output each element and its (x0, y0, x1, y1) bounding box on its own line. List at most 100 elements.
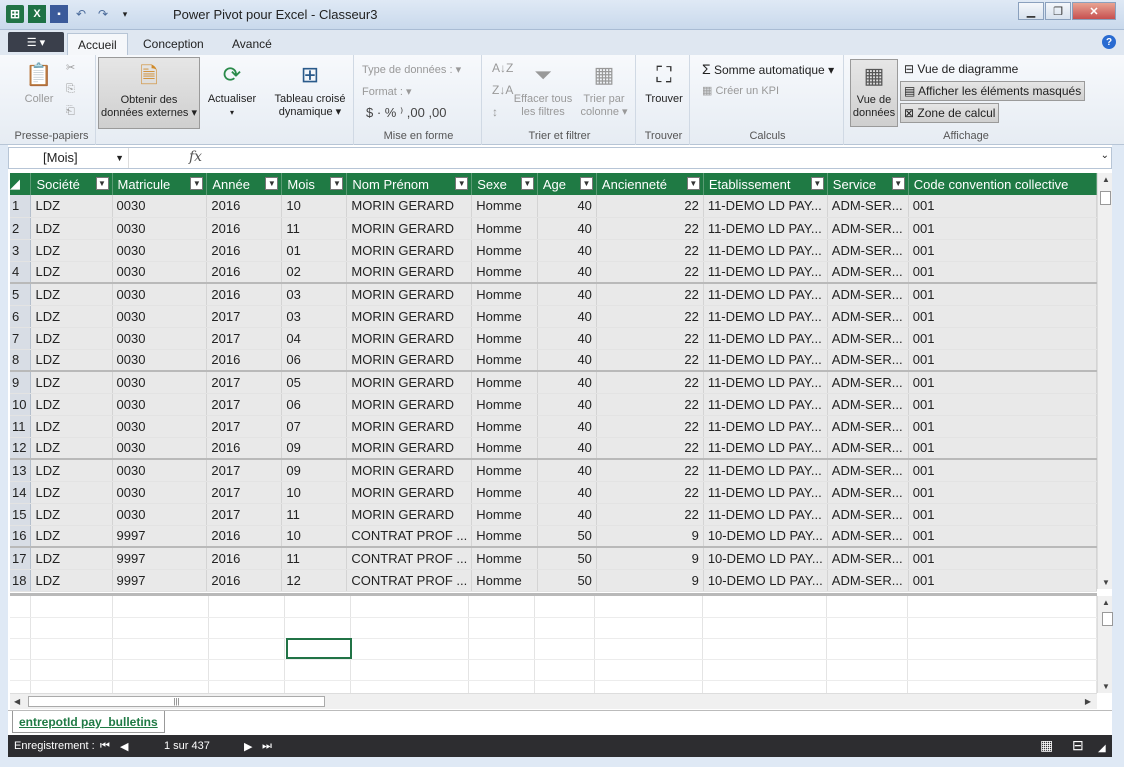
table-cell[interactable]: 10 (281, 481, 348, 504)
table-cell[interactable]: 2017 (206, 393, 283, 416)
table-row[interactable]: 7 LDZ 0030 2017 04 MORIN GERARD Homme 40 22 11-DE… (10, 327, 1097, 350)
table-cell[interactable]: LDZ (30, 327, 113, 350)
table-cell[interactable]: ADM-SER... (827, 569, 909, 592)
table-cell[interactable]: 10 (281, 195, 348, 218)
table-cell[interactable]: 11-DEMO LD PAY... (703, 239, 828, 262)
table-cell[interactable]: Homme (471, 503, 538, 526)
table-cell[interactable]: MORIN GERARD (346, 459, 473, 482)
table-row[interactable]: 12 LDZ 0030 2016 09 MORIN GERARD Homme 40 22 11-D… (10, 437, 1097, 460)
table-cell[interactable]: Homme (471, 393, 538, 416)
row-number[interactable]: 15 (10, 503, 32, 526)
table-cell[interactable]: ADM-SER... (827, 327, 909, 350)
somme-automatique-button[interactable]: Σ Somme automatique ▾ (702, 61, 834, 77)
tableau-croise-button[interactable]: ⊞ Tableau croisé dynamique ▾ (266, 59, 354, 119)
table-cell[interactable]: 0030 (112, 327, 208, 350)
table-cell[interactable]: 9 (596, 547, 704, 570)
coller-button[interactable]: 📋 Coller (14, 59, 64, 106)
table-cell[interactable]: CONTRAT PROF ... (346, 547, 473, 570)
filter-dropdown-icon[interactable]: ▼ (265, 177, 279, 190)
prev-record-icon[interactable]: ◀ (120, 740, 128, 753)
table-cell[interactable]: 001 (908, 305, 1097, 328)
table-cell[interactable]: MORIN GERARD (346, 239, 473, 262)
table-cell[interactable]: 22 (596, 195, 704, 218)
undo-icon[interactable]: ↶ (72, 5, 90, 23)
filter-dropdown-icon[interactable]: ▼ (810, 177, 824, 190)
table-cell[interactable]: 0030 (112, 239, 208, 262)
table-cell[interactable]: 2016 (206, 569, 283, 592)
table-cell[interactable]: MORIN GERARD (346, 393, 473, 416)
table-cell[interactable]: 2016 (206, 239, 283, 262)
filter-dropdown-icon[interactable]: ▼ (520, 177, 534, 190)
table-cell[interactable]: MORIN GERARD (346, 195, 473, 218)
table-cell[interactable]: 001 (908, 217, 1097, 240)
table-cell[interactable]: Homme (471, 327, 538, 350)
table-cell[interactable]: 0030 (112, 481, 208, 504)
scrollbar-thumb[interactable] (1102, 612, 1113, 626)
table-cell[interactable]: 11-DEMO LD PAY... (703, 327, 828, 350)
type-donnees-dropdown[interactable]: Type de données : ▾ (362, 63, 461, 76)
excel-icon[interactable]: X (28, 5, 46, 23)
table-cell[interactable]: LDZ (30, 481, 113, 504)
table-cell[interactable]: Homme (471, 547, 538, 570)
table-cell[interactable]: 001 (908, 437, 1097, 460)
table-cell[interactable]: 0030 (112, 393, 208, 416)
table-cell[interactable]: LDZ (30, 217, 113, 240)
table-row[interactable]: 11 LDZ 0030 2017 07 MORIN GERARD Homme 40 22 11-D… (10, 415, 1097, 438)
table-row[interactable]: 18 LDZ 9997 2016 12 CONTRAT PROF ... Homme 50 9 1… (10, 569, 1097, 592)
table-cell[interactable]: 11-DEMO LD PAY... (703, 459, 828, 482)
table-cell[interactable]: 22 (596, 217, 704, 240)
row-number[interactable]: 17 (10, 547, 32, 570)
table-cell[interactable]: 22 (596, 415, 704, 438)
cut-icon[interactable]: ✂ (66, 61, 75, 74)
table-cell[interactable]: 11 (281, 503, 348, 526)
scroll-up-icon[interactable]: ▲ (1102, 175, 1110, 184)
last-record-icon[interactable]: ⏭ (262, 740, 272, 753)
column-header[interactable]: Matricule ▼ (112, 173, 208, 195)
diagram-view-icon[interactable]: ⊟ (1072, 737, 1084, 754)
table-cell[interactable]: 06 (281, 393, 348, 416)
table-cell[interactable]: Homme (471, 569, 538, 592)
table-cell[interactable]: 03 (281, 283, 348, 306)
table-cell[interactable]: CONTRAT PROF ... (346, 569, 473, 592)
table-cell[interactable]: LDZ (30, 371, 113, 394)
table-cell[interactable]: MORIN GERARD (346, 305, 473, 328)
table-cell[interactable]: 40 (537, 349, 597, 372)
table-cell[interactable]: 001 (908, 503, 1097, 526)
table-cell[interactable]: MORIN GERARD (346, 437, 473, 460)
table-cell[interactable]: 2016 (206, 349, 283, 372)
table-cell[interactable]: 2017 (206, 415, 283, 438)
next-record-icon[interactable]: ▶ (244, 740, 252, 753)
table-row[interactable]: 16 LDZ 9997 2016 10 CONTRAT PROF ... Homme 50 9 1… (10, 525, 1097, 548)
table-cell[interactable]: CONTRAT PROF ... (346, 525, 473, 548)
column-header[interactable]: Etablissement ▼ (703, 173, 828, 195)
table-cell[interactable]: 9 (596, 525, 704, 548)
row-number[interactable]: 1 (10, 195, 32, 218)
table-cell[interactable]: 001 (908, 239, 1097, 262)
paste-special-icon[interactable]: ⎗ (66, 105, 75, 118)
table-cell[interactable]: MORIN GERARD (346, 217, 473, 240)
table-cell[interactable]: 09 (281, 437, 348, 460)
table-cell[interactable]: 9997 (112, 525, 208, 548)
row-number[interactable]: 5 (10, 283, 32, 306)
table-cell[interactable]: LDZ (30, 415, 113, 438)
table-cell[interactable]: 03 (281, 305, 348, 328)
table-row[interactable]: 8 LDZ 0030 2016 06 MORIN GERARD Homme 40 22 11-DE… (10, 349, 1097, 372)
table-cell[interactable]: 11-DEMO LD PAY... (703, 261, 828, 284)
table-cell[interactable]: LDZ (30, 547, 113, 570)
table-cell[interactable]: 001 (908, 393, 1097, 416)
table-row[interactable]: 13 LDZ 0030 2017 09 MORIN GERARD Homme 40 22 11-D… (10, 459, 1097, 482)
close-button[interactable]: ✕ (1072, 2, 1116, 20)
copy-icon[interactable]: ⎘ (66, 83, 75, 96)
tab-avance[interactable]: Avancé (222, 33, 282, 55)
vertical-scrollbar[interactable]: ▲ ▼ (1097, 173, 1112, 589)
table-cell[interactable]: 0030 (112, 459, 208, 482)
row-number[interactable]: 16 (10, 525, 32, 548)
trier-colonne-button[interactable]: ▦ Trier par colonne ▾ (576, 59, 632, 119)
table-cell[interactable]: LDZ (30, 393, 113, 416)
table-cell[interactable]: 04 (281, 327, 348, 350)
table-cell[interactable]: 22 (596, 393, 704, 416)
table-cell[interactable]: ADM-SER... (827, 239, 909, 262)
table-cell[interactable]: LDZ (30, 239, 113, 262)
table-cell[interactable]: 2017 (206, 459, 283, 482)
row-number[interactable]: 14 (10, 481, 32, 504)
